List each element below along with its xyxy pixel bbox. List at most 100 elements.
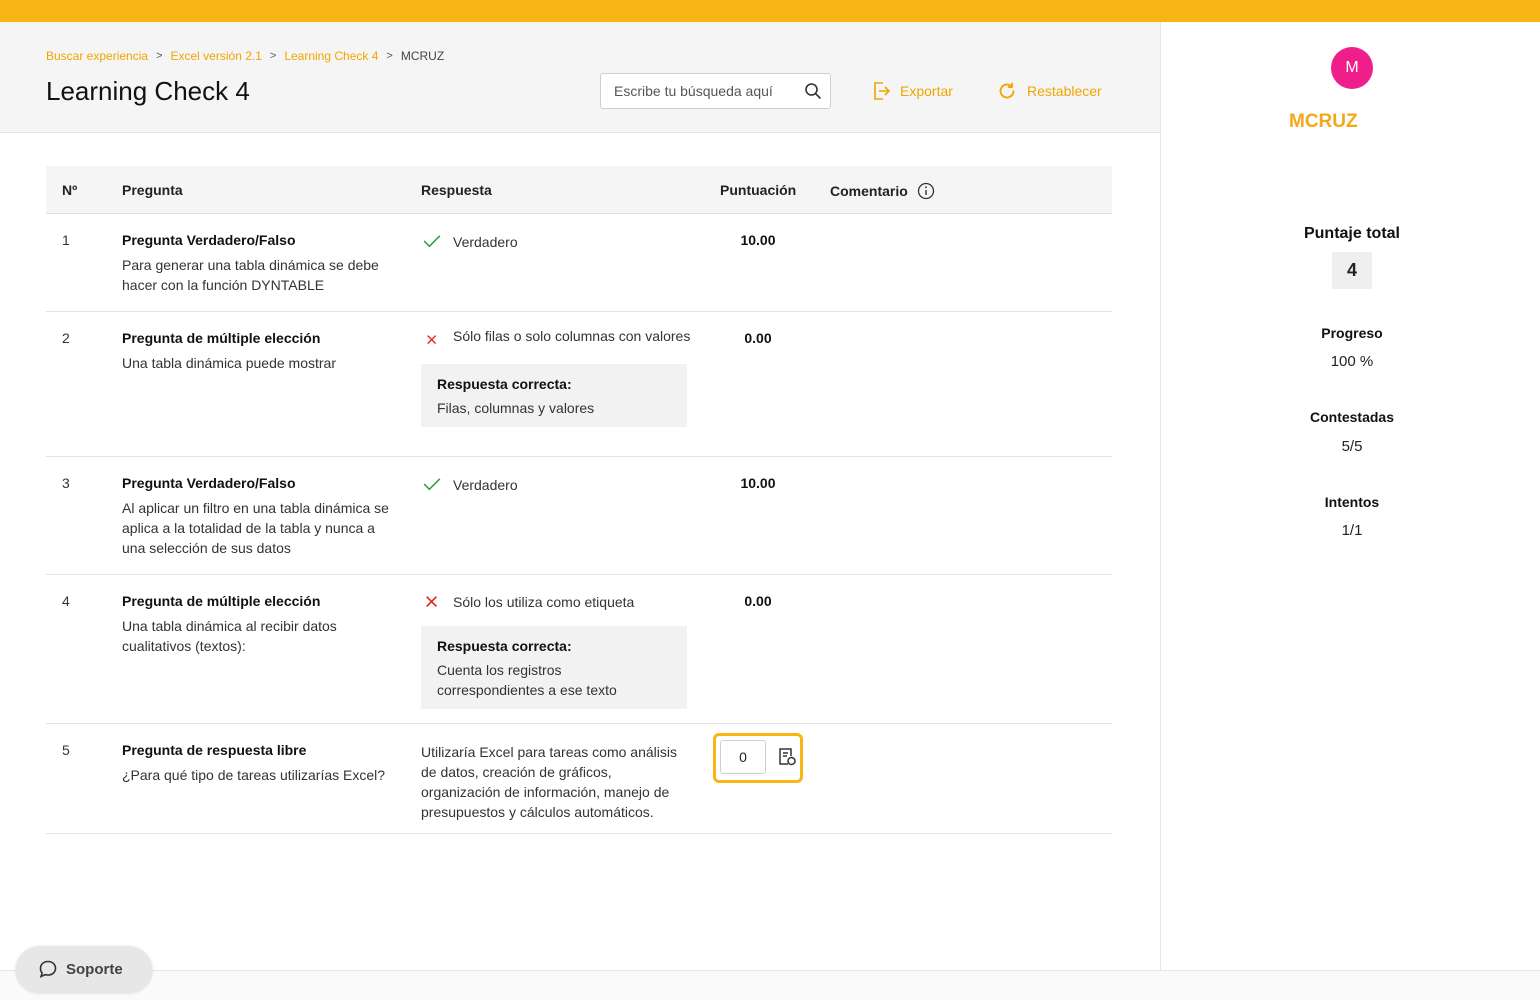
main-panel: Buscar experiencia > Excel versión 2.1 >… (0, 22, 1160, 970)
score-value: 10.00 (740, 232, 776, 248)
question-type: Pregunta Verdadero/Falso (122, 475, 296, 491)
question-cell: Pregunta Verdadero/Falso Al aplicar un f… (122, 475, 397, 558)
score-edit-box (713, 733, 803, 783)
column-header-answer: Respuesta (421, 182, 492, 198)
search-icon[interactable] (804, 82, 822, 100)
correct-answer-box: Respuesta correcta: Filas, columnas y va… (421, 364, 687, 427)
score-value: 0.00 (744, 593, 772, 609)
user-summary-panel: M MCRUZ Puntaje total 4 Progreso 100 % C… (1160, 22, 1540, 970)
correct-answer-text: Filas, columnas y valores (437, 400, 595, 416)
reset-label: Restablecer (1027, 83, 1102, 99)
breadcrumb-current: MCRUZ (400, 49, 445, 63)
answer-cell: Sólo los utiliza como etiqueta Respuesta… (421, 592, 693, 709)
correct-answer-label: Respuesta correcta: (437, 376, 572, 392)
chevron-right-icon: > (386, 50, 393, 62)
breadcrumb-link-search[interactable]: Buscar experiencia (46, 49, 148, 63)
answer-cell: Verdadero (421, 232, 693, 252)
export-button[interactable]: Exportar (872, 79, 953, 103)
question-text: Una tabla dinámica puede mostrar (122, 355, 337, 371)
question-type: Pregunta de múltiple elección (122, 330, 321, 346)
correct-answer-text: Cuenta los registros correspondientes a … (437, 662, 617, 698)
table-row: 2 Pregunta de múltiple elección Una tabl… (46, 312, 1112, 457)
progress-label: Progreso (1321, 325, 1383, 341)
score-value: 0.00 (744, 330, 772, 346)
answer-cell: Verdadero (421, 475, 693, 495)
score-input[interactable] (720, 740, 766, 774)
total-score-value: 4 (1332, 252, 1372, 289)
column-header-score: Puntuación (720, 182, 797, 198)
column-header-comment-label: Comentario (830, 183, 908, 199)
column-header-question: Pregunta (122, 182, 183, 198)
question-number: 5 (62, 742, 70, 758)
export-label: Exportar (900, 83, 953, 99)
cross-icon (426, 596, 438, 608)
results-table: Nº Pregunta Respuesta Puntuación Comenta… (46, 166, 1112, 834)
attempts-value: 1/1 (1341, 522, 1363, 539)
search-input[interactable] (601, 83, 791, 99)
info-icon[interactable] (917, 182, 935, 200)
chat-bubble-icon (39, 960, 57, 978)
page-header: Buscar experiencia > Excel versión 2.1 >… (0, 22, 1160, 133)
checkmark-icon (423, 478, 441, 491)
breadcrumb-link-course[interactable]: Excel versión 2.1 (171, 49, 262, 63)
reset-button[interactable]: Restablecer (997, 79, 1102, 103)
question-cell: Pregunta de múltiple elección Una tabla … (122, 330, 397, 373)
free-answer-text: Utilizaría Excel para tareas como anális… (421, 744, 677, 820)
breadcrumb: Buscar experiencia > Excel versión 2.1 >… (46, 49, 444, 63)
cross-icon (427, 335, 437, 345)
total-score-label: Puntaje total (1303, 225, 1400, 242)
score-value: 10.00 (740, 475, 776, 491)
answer-text: Sólo los utiliza como etiqueta (453, 594, 635, 610)
correct-answer-box: Respuesta correcta: Cuenta los registros… (421, 626, 687, 709)
column-header-number: Nº (62, 182, 78, 198)
checkmark-icon (423, 235, 441, 248)
breadcrumb-link-check[interactable]: Learning Check 4 (284, 49, 378, 63)
chevron-right-icon: > (269, 50, 277, 62)
user-name: MCRUZ (1289, 111, 1358, 132)
grade-note-icon[interactable] (777, 747, 797, 767)
table-row: 3 Pregunta Verdadero/Falso Al aplicar un… (46, 457, 1112, 575)
question-number: 2 (62, 330, 70, 346)
table-row: 4 Pregunta de múltiple elección Una tabl… (46, 575, 1112, 724)
answer: Sólo los utiliza como etiqueta (421, 592, 693, 612)
top-accent-bar (0, 0, 1540, 22)
correct-answer-label: Respuesta correcta: (437, 638, 572, 654)
refresh-icon (999, 82, 1015, 99)
question-text: Al aplicar un filtro en una tabla dinámi… (122, 500, 389, 556)
column-header-comment: Comentario (830, 182, 935, 200)
question-cell: Pregunta Verdadero/Falso Para generar un… (122, 232, 397, 295)
progress-value: 100 % (1330, 353, 1374, 370)
answer: Verdadero (421, 232, 693, 252)
table-row: 5 Pregunta de respuesta libre ¿Para qué … (46, 724, 1112, 834)
question-text: ¿Para qué tipo de tareas utilizarías Exc… (122, 767, 386, 783)
question-number: 1 (62, 232, 70, 248)
chevron-right-icon: > (156, 50, 163, 62)
footer (0, 970, 1540, 1000)
question-number: 3 (62, 475, 70, 491)
answer: Verdadero (421, 475, 693, 495)
question-cell: Pregunta de respuesta libre ¿Para qué ti… (122, 742, 397, 785)
question-text: Para generar una tabla dinámica se debe … (122, 257, 379, 293)
answer-cell: Sólo filas o solo columnas con valores R… (421, 326, 693, 427)
question-type: Pregunta Verdadero/Falso (122, 232, 296, 248)
answer-text: Sólo filas o solo columnas con valores (453, 328, 691, 344)
answer-text: Verdadero (453, 477, 518, 493)
answered-label: Contestadas (1309, 409, 1395, 425)
question-text: Una tabla dinámica al recibir datos cual… (122, 618, 337, 654)
answer-text: Verdadero (453, 234, 518, 250)
answer-cell: Utilizaría Excel para tareas como anális… (421, 738, 693, 822)
answer: Sólo filas o solo columnas con valores (421, 326, 693, 348)
table-row: 1 Pregunta Verdadero/Falso Para generar … (46, 214, 1112, 312)
support-label: Soporte (66, 960, 123, 978)
search-box (600, 73, 831, 109)
support-button[interactable]: Soporte (16, 946, 152, 992)
question-number: 4 (62, 593, 70, 609)
question-cell: Pregunta de múltiple elección Una tabla … (122, 593, 397, 656)
answered-value: 5/5 (1341, 438, 1363, 455)
question-type: Pregunta de múltiple elección (122, 593, 321, 609)
page-title: Learning Check 4 (46, 76, 250, 106)
question-type: Pregunta de respuesta libre (122, 742, 307, 758)
attempts-label: Intentos (1324, 494, 1380, 510)
avatar: M (1331, 47, 1373, 89)
table-header: Nº Pregunta Respuesta Puntuación Comenta… (46, 166, 1112, 214)
